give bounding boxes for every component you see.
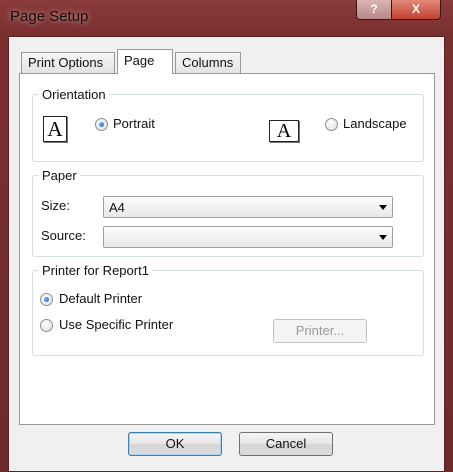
window-title: Page Setup xyxy=(10,8,89,25)
source-dropdown[interactable] xyxy=(103,226,393,248)
paper-group: Paper Size: A4 Source: xyxy=(32,168,424,257)
size-value: A4 xyxy=(109,200,125,215)
chevron-down-icon xyxy=(379,205,387,210)
tab-page[interactable]: Page xyxy=(117,49,173,74)
cancel-button[interactable]: Cancel xyxy=(239,432,333,456)
close-button[interactable]: X xyxy=(391,0,441,20)
chevron-down-icon xyxy=(379,235,387,240)
size-dropdown[interactable]: A4 xyxy=(103,196,393,218)
page-tab-panel: Orientation A Portrait A Landscape Paper… xyxy=(19,73,435,425)
default-printer-label[interactable]: Default Printer xyxy=(59,291,142,306)
help-button[interactable]: ? xyxy=(356,0,392,20)
orientation-group: Orientation A Portrait A Landscape xyxy=(32,87,424,162)
ok-button[interactable]: OK xyxy=(128,432,222,456)
portrait-label[interactable]: Portrait xyxy=(113,116,155,131)
default-printer-radio[interactable] xyxy=(40,293,53,306)
portrait-radio[interactable] xyxy=(95,118,108,131)
printer-button[interactable]: Printer... xyxy=(273,319,367,343)
specific-printer-label[interactable]: Use Specific Printer xyxy=(59,317,173,332)
source-label: Source: xyxy=(41,228,86,243)
title-bar[interactable]: Page Setup ? X xyxy=(0,0,453,36)
paper-legend: Paper xyxy=(39,168,80,183)
page-setup-window: Page Setup ? X Print Options Page Column… xyxy=(0,0,453,472)
portrait-page-icon: A xyxy=(43,116,67,142)
printer-legend: Printer for Report1 xyxy=(39,263,152,278)
landscape-radio[interactable] xyxy=(325,118,338,131)
size-label: Size: xyxy=(41,198,70,213)
orientation-legend: Orientation xyxy=(39,87,109,102)
tab-columns[interactable]: Columns xyxy=(175,52,241,73)
printer-group: Printer for Report1 Default Printer Use … xyxy=(32,263,424,356)
landscape-label[interactable]: Landscape xyxy=(343,116,407,131)
dialog-body: Print Options Page Columns Orientation A… xyxy=(8,36,445,472)
tab-print-options[interactable]: Print Options xyxy=(21,52,115,73)
landscape-page-icon: A xyxy=(269,120,299,142)
specific-printer-radio[interactable] xyxy=(40,319,53,332)
